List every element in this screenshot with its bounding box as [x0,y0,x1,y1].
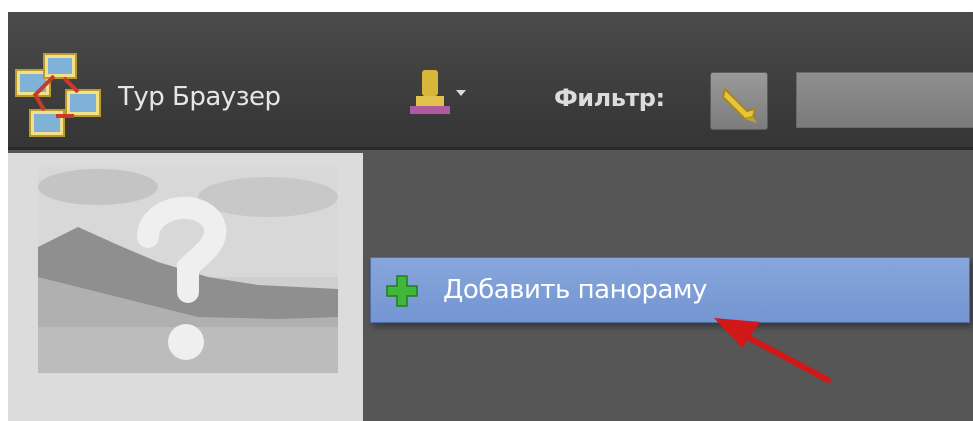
filter-label: Фильтр: [554,84,665,112]
app-window: Тур Браузер Фильтр: Добавить панораму [8,12,973,421]
toolbar: Тур Браузер Фильтр: [8,12,973,150]
add-panorama-label: Добавить панораму [443,275,707,305]
stamp-icon [410,70,466,114]
tour-browser-logo-icon [15,53,101,137]
red-arrow-annotation [714,318,831,383]
filter-button[interactable] [710,72,768,130]
panorama-thumbnail-panel [8,153,363,421]
filter-pencil-icon [721,87,757,123]
app-title: Тур Браузер [118,82,281,112]
add-panorama-menu-item[interactable]: Добавить панораму [370,257,970,323]
chevron-down-icon [456,90,466,96]
filter-input[interactable] [796,72,973,128]
plus-icon [386,275,418,307]
panorama-placeholder-thumbnail[interactable] [38,167,338,373]
stamp-dropdown-button[interactable] [400,68,468,120]
